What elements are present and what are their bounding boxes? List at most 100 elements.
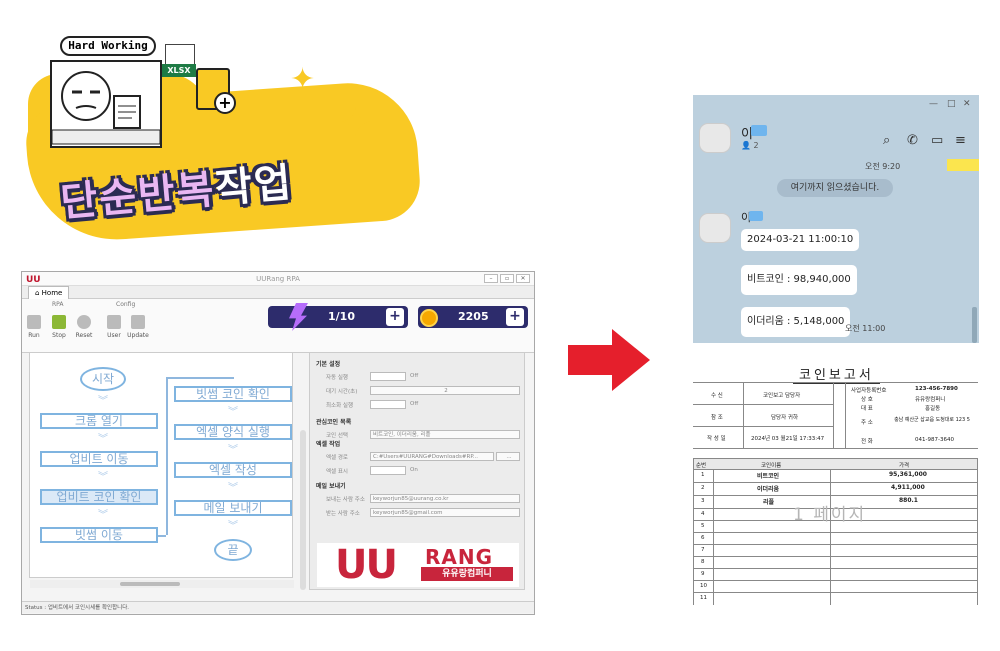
flow-arrow: ︾: [228, 407, 238, 418]
flow-step-active[interactable]: 업비트 코인 확인: [40, 489, 158, 505]
flow-step[interactable]: 빗썸 이동: [40, 527, 158, 543]
flow-connector: [166, 377, 234, 379]
row-no: 4: [701, 511, 705, 517]
coin-select[interactable]: 비트코인, 이더리움, 리플: [370, 430, 520, 439]
coin-report: 코인보고서 수 신 코인보고 담당자 참 조 담당자 귀하 작 성 일 2024…: [693, 360, 978, 605]
banner-title-part2: 작업: [213, 159, 295, 213]
read-marker: 여기까지 읽으셨습니다.: [777, 179, 893, 197]
close-button[interactable]: ✕: [516, 274, 530, 283]
excel-path-field[interactable]: C:#Users#UURANG#Downloads#RP...: [370, 452, 494, 461]
speech-bubble: Hard Working: [60, 36, 156, 56]
table-line: [693, 482, 978, 483]
row-price: 4,911,000: [891, 484, 925, 491]
arrow-right-icon: [612, 329, 650, 391]
app-logo-icon: UU: [26, 275, 41, 285]
name-blur: [751, 125, 767, 136]
setting-label: 엑셀 표시: [326, 469, 348, 475]
row-price: 95,361,000: [889, 471, 927, 478]
setting-label: 자동 실행: [326, 375, 348, 381]
chat-window: — □ ✕ 이 👤 2 ⌕ ✆ ▭ ≡ 오전 9:20 여기까지 읽으셨습니다.…: [693, 95, 979, 343]
label: 참 조: [711, 415, 723, 421]
add-coin-button[interactable]: +: [506, 308, 524, 326]
row-no: 8: [701, 559, 705, 565]
mail-from-field[interactable]: keyworjun85@uurang.co.kr: [370, 494, 520, 503]
user-icon: [107, 315, 121, 329]
label: 사업자등록번호: [851, 388, 887, 394]
section-header: 메일 보내기: [316, 483, 346, 490]
tab-home[interactable]: ⌂ Home: [28, 286, 70, 300]
label: 전 화: [861, 439, 873, 445]
browse-button[interactable]: ...: [496, 452, 520, 461]
interval-stepper[interactable]: 2: [370, 386, 520, 395]
my-message-bubble: [947, 159, 979, 171]
video-icon[interactable]: ▭: [931, 133, 943, 148]
maximize-button[interactable]: ▫: [500, 274, 514, 283]
vertical-scrollbar[interactable]: [300, 430, 306, 590]
table-line: [693, 544, 978, 545]
row-price: 880.1: [899, 497, 918, 504]
flow-step[interactable]: 크롬 열기: [40, 413, 158, 429]
flow-step[interactable]: 엑셀 양식 실행: [174, 424, 292, 440]
scrollbar-thumb[interactable]: [972, 307, 977, 343]
member-count-value: 2: [753, 141, 759, 150]
flow-arrow: ︾: [98, 434, 108, 445]
row-no: 1: [701, 472, 705, 478]
brand-uu: UU: [335, 542, 398, 588]
value: 코인보고 담당자: [763, 393, 801, 399]
flow-step[interactable]: 업비트 이동: [40, 451, 158, 467]
energy-value: 1/10: [328, 310, 355, 323]
status-bar: Status : 업비트에서 코인시세를 확인합니다.: [22, 601, 534, 613]
flow-arrow: ︾: [98, 510, 108, 521]
minimize-button[interactable]: –: [484, 274, 498, 283]
mail-to-field[interactable]: keyworjun85@gmail.com: [370, 508, 520, 517]
search-icon[interactable]: ⌕: [883, 133, 890, 148]
add-energy-button[interactable]: +: [386, 308, 404, 326]
run-label: Run: [28, 332, 40, 339]
flow-arrow: ︾: [98, 396, 108, 407]
label: 상 호: [861, 397, 873, 403]
avatar[interactable]: [699, 213, 731, 243]
minimize-toggle[interactable]: [370, 400, 406, 409]
reset-label: Reset: [75, 332, 93, 339]
minimize-button[interactable]: —: [929, 99, 938, 109]
flow-step[interactable]: 빗썸 코인 확인: [174, 386, 292, 402]
label: 수 신: [711, 393, 723, 399]
close-button[interactable]: ✕: [963, 99, 971, 109]
row-no: 7: [701, 547, 705, 553]
sparkle-icon: ✦: [338, 98, 374, 147]
maximize-button[interactable]: □: [947, 99, 956, 109]
ribbon-tabs: ⌂ Home: [22, 286, 534, 300]
table-line: [693, 592, 978, 593]
message-bubble[interactable]: 비트코인 : 98,940,000: [741, 265, 857, 295]
update-label: Update: [127, 332, 149, 339]
value: 충남 예산군 삽교읍 도청대로 123 5: [894, 417, 970, 423]
flow-step[interactable]: 메일 보내기: [174, 500, 292, 516]
toggle-state: Off: [410, 373, 419, 379]
message-time: 오전 9:20: [865, 162, 901, 171]
label: 주 소: [861, 420, 873, 426]
run-button[interactable]: Run: [22, 315, 46, 339]
scrollbar-thumb[interactable]: [120, 582, 180, 586]
message-bubble[interactable]: 2024-03-21 11:00:10: [741, 229, 860, 251]
arrow-right-icon: [568, 345, 613, 375]
setting-label: 최소화 실행: [326, 403, 354, 409]
table-line: [693, 404, 833, 405]
avatar[interactable]: [699, 123, 731, 153]
tab-home-label: Home: [41, 289, 63, 297]
setting-label: 보내는 사람 주소: [326, 497, 365, 503]
menu-icon[interactable]: ≡: [955, 133, 966, 148]
setting-label: 대기 시간(초): [326, 389, 358, 395]
auto-run-toggle[interactable]: [370, 372, 406, 381]
flow-step[interactable]: 엑셀 작성: [174, 462, 292, 478]
rpa-titlebar: UU UURang RPA – ▫ ✕: [22, 272, 534, 286]
table-line: [693, 448, 978, 449]
reset-button[interactable]: Reset: [72, 315, 96, 339]
update-button[interactable]: Update: [126, 315, 150, 339]
user-button[interactable]: User: [102, 315, 126, 339]
table-line: [693, 568, 978, 569]
message-bubble[interactable]: 이더리움 : 5,148,000: [741, 307, 851, 337]
phone-icon[interactable]: ✆: [907, 133, 918, 148]
label: 작 성 일: [707, 436, 726, 442]
stop-button[interactable]: Stop: [47, 315, 71, 339]
excel-show-toggle[interactable]: [370, 466, 406, 475]
